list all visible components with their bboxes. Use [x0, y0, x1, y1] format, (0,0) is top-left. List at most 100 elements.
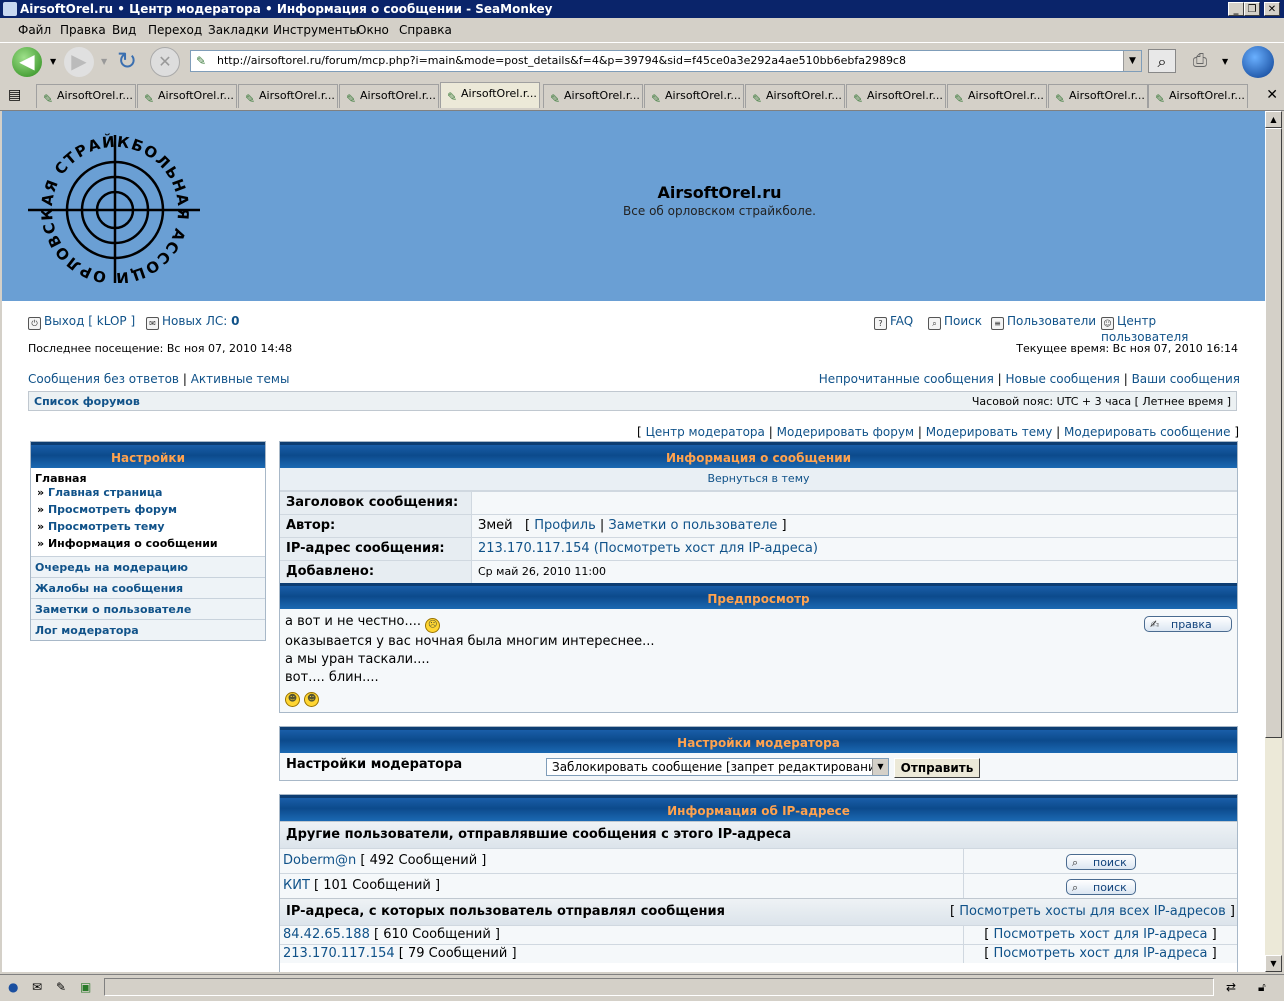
scroll-up-icon[interactable]: ▲	[1265, 111, 1282, 128]
vertical-scrollbar[interactable]: ▲ ▼	[1265, 111, 1282, 972]
print-dropdown-icon[interactable]: ▼	[1222, 57, 1228, 66]
pm-count[interactable]: 0	[231, 314, 239, 328]
edit-button[interactable]: ✍ правка	[1144, 616, 1232, 632]
lookup-host-link[interactable]: Посмотреть хост для IP-адреса	[994, 927, 1208, 942]
menu-file[interactable]: Файл	[18, 23, 51, 37]
url-history-dropdown[interactable]: ▼	[1123, 51, 1141, 71]
members-text[interactable]: Пользователи	[1007, 314, 1096, 328]
lookup-host-link[interactable]: Посмотреть хост для IP-адреса	[994, 946, 1208, 961]
tab-list-icon[interactable]: ▤	[8, 87, 21, 103]
sidebar-item-logs[interactable]: Лог модератора	[31, 620, 265, 640]
ucp-link[interactable]: ☺ Центр пользователя	[1101, 314, 1240, 344]
forward-arrow-icon[interactable]: ▶	[64, 47, 94, 77]
sidebar-item-notes[interactable]: Заметки о пользователе	[31, 599, 265, 620]
stop-icon[interactable]: ✕	[150, 47, 180, 77]
navigator-icon[interactable]: ●	[8, 980, 22, 994]
close-button[interactable]: ✕	[1264, 2, 1280, 16]
ucp-text[interactable]: Центр пользователя	[1101, 314, 1188, 344]
faq-text[interactable]: FAQ	[890, 314, 913, 328]
sidebar-item-queue-label[interactable]: Очередь на модерацию	[35, 561, 188, 574]
faq-link[interactable]: ? FAQ	[874, 314, 913, 330]
submit-button[interactable]: Отправить	[894, 758, 980, 778]
menu-view[interactable]: Вид	[112, 23, 136, 37]
tab-8[interactable]: ✎ AirsoftOrel.r...	[745, 84, 845, 108]
tab-7[interactable]: ✎ AirsoftOrel.r...	[644, 84, 744, 108]
tab-6[interactable]: ✎ AirsoftOrel.r...	[543, 84, 643, 108]
tab-5[interactable]: ✎ AirsoftOrel.r...	[440, 82, 540, 108]
tab-12[interactable]: ✎ AirsoftOrel.r...	[1148, 84, 1248, 108]
menu-help[interactable]: Справка	[399, 23, 452, 37]
post-ip-link[interactable]: 213.170.117.154	[478, 541, 590, 556]
back-to-topic-link[interactable]: Вернуться в тему	[707, 472, 809, 485]
tab-11[interactable]: ✎ AirsoftOrel.r...	[1048, 84, 1148, 108]
tab-3[interactable]: ✎ AirsoftOrel.r...	[238, 84, 338, 108]
scrollbar-thumb[interactable]	[1265, 128, 1282, 738]
sidebar-item-logs-label[interactable]: Лог модератора	[35, 624, 139, 637]
menu-bookmarks[interactable]: Закладки	[208, 23, 269, 37]
search-user-button[interactable]: ⌕ поиск	[1066, 879, 1136, 895]
reload-icon[interactable]: ↻	[112, 47, 142, 77]
online-status-icon[interactable]: ⇄	[1226, 980, 1240, 994]
menu-edit[interactable]: Правка	[60, 23, 106, 37]
back-dropdown-icon[interactable]: ▼	[50, 57, 56, 66]
user-link[interactable]: КИТ	[283, 878, 310, 893]
scroll-down-icon[interactable]: ▼	[1265, 955, 1282, 972]
close-tab-icon[interactable]: ✕	[1266, 87, 1278, 103]
profile-link[interactable]: Профиль	[534, 518, 596, 533]
unread-posts-link[interactable]: Непрочитанные сообщения	[819, 372, 994, 386]
unanswered-link[interactable]: Сообщения без ответов	[28, 372, 179, 386]
sidebar-item-post-details[interactable]: Информация о сообщении	[48, 537, 218, 550]
maximize-button[interactable]: ❐	[1244, 2, 1260, 16]
print-icon[interactable]: ⎙	[1186, 49, 1214, 73]
active-topics-link[interactable]: Активные темы	[191, 372, 290, 386]
moderate-topic-link[interactable]: Модерировать тему	[926, 425, 1053, 439]
tab-1[interactable]: ✎ AirsoftOrel.r...	[36, 84, 136, 108]
sidebar-item-queue[interactable]: Очередь на модерацию	[31, 557, 265, 578]
tab-2[interactable]: ✎ AirsoftOrel.r...	[137, 84, 237, 108]
moderate-forum-link[interactable]: Модерировать форум	[777, 425, 914, 439]
chevron-down-icon[interactable]: ▼	[872, 759, 888, 775]
search-user-button[interactable]: ⌕ поиск	[1066, 854, 1136, 870]
sidebar-item-front[interactable]: Главная страница	[48, 486, 162, 499]
tab-4[interactable]: ✎ AirsoftOrel.r...	[339, 84, 439, 108]
search-link[interactable]: ⌕ Поиск	[928, 314, 982, 330]
mod-action-select[interactable]: Заблокировать сообщение [запрет редактир…	[546, 758, 889, 776]
mcp-link[interactable]: Центр модератора	[646, 425, 765, 439]
lookup-host-link[interactable]: (Посмотреть хост для IP-адреса)	[594, 541, 818, 556]
search-icon[interactable]: ⌕	[1148, 49, 1176, 73]
sidebar-item-notes-label[interactable]: Заметки о пользователе	[35, 603, 191, 616]
your-posts-link[interactable]: Ваши сообщения	[1132, 372, 1240, 386]
tab-9[interactable]: ✎ AirsoftOrel.r...	[846, 84, 946, 108]
members-link[interactable]: ≡ Пользователи	[991, 314, 1096, 330]
new-posts-link[interactable]: Новые сообщения	[1006, 372, 1120, 386]
menu-window[interactable]: Окно	[357, 23, 389, 37]
tab-10[interactable]: ✎ AirsoftOrel.r...	[947, 84, 1047, 108]
url-bar[interactable]: ✎ http://airsoftorel.ru/forum/mcp.php?i=…	[190, 50, 1142, 72]
forward-dropdown-icon[interactable]: ▼	[101, 57, 107, 66]
lookup-all-hosts-link[interactable]: Посмотреть хосты для всех IP-адресов	[959, 904, 1226, 919]
back-arrow-icon[interactable]: ◀	[12, 47, 42, 77]
forum-list-link[interactable]: Список форумов	[34, 395, 140, 408]
minimize-button[interactable]: _	[1228, 2, 1244, 16]
logout-text[interactable]: Выход [ kLOP ]	[44, 314, 135, 328]
pm-label[interactable]: Новых ЛС:	[162, 314, 227, 328]
sidebar-item-forum-view[interactable]: Просмотреть форум	[48, 503, 177, 516]
sidebar-item-topic-view[interactable]: Просмотреть тему	[48, 520, 165, 533]
search-text[interactable]: Поиск	[944, 314, 982, 328]
user-link[interactable]: Doberm@n	[283, 853, 356, 868]
addressbook-icon[interactable]: ▣	[80, 980, 94, 994]
pm-link[interactable]: ✉ Новых ЛС: 0	[146, 314, 239, 330]
sidebar-item-reports-label[interactable]: Жалобы на сообщения	[35, 582, 183, 595]
url-text[interactable]: http://airsoftorel.ru/forum/mcp.php?i=ma…	[217, 54, 906, 67]
logout-link[interactable]: ⏻ Выход [ kLOP ]	[28, 314, 135, 330]
throbber-icon[interactable]	[1242, 46, 1274, 78]
ip-link[interactable]: 84.42.65.188	[283, 927, 370, 942]
user-notes-link[interactable]: Заметки о пользователе	[608, 518, 777, 533]
sidebar-item-reports[interactable]: Жалобы на сообщения	[31, 578, 265, 599]
menu-go[interactable]: Переход	[148, 23, 202, 37]
menu-tools[interactable]: Инструменты	[273, 23, 359, 37]
ip-link[interactable]: 213.170.117.154	[283, 946, 395, 961]
mail-icon[interactable]: ✉	[32, 980, 46, 994]
composer-icon[interactable]: ✎	[56, 980, 70, 994]
moderate-post-link[interactable]: Модерировать сообщение	[1064, 425, 1230, 439]
